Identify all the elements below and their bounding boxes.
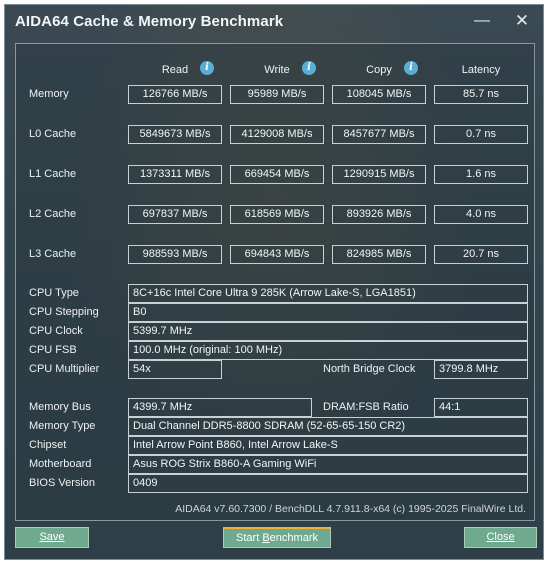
cpu-type-label: CPU Type xyxy=(29,287,79,299)
close-button[interactable]: Close xyxy=(464,527,537,548)
row-label-l3-cache: L3 Cache xyxy=(29,248,77,260)
cpu-stepping-label: CPU Stepping xyxy=(29,306,99,318)
memory-type-value: Dual Channel DDR5-8800 SDRAM (52-65-65-1… xyxy=(128,417,528,436)
dram-fsb-ratio-value: 44:1 xyxy=(434,398,528,417)
cpu-type-value: 8C+16c Intel Core Ultra 9 285K (Arrow La… xyxy=(128,284,528,303)
l1-write-value: 669454 MB/s xyxy=(230,165,324,184)
start-button-text-pre: Start xyxy=(236,532,263,544)
l1-read-value: 1373311 MB/s xyxy=(128,165,222,184)
memory-latency-value: 85.7 ns xyxy=(434,85,528,104)
l0-latency-value: 0.7 ns xyxy=(434,125,528,144)
start-benchmark-button[interactable]: Start Benchmark xyxy=(223,527,331,548)
l3-latency-value: 20.7 ns xyxy=(434,245,528,264)
l2-write-value: 618569 MB/s xyxy=(230,205,324,224)
memory-bus-value: 4399.7 MHz xyxy=(128,398,312,417)
motherboard-value: Asus ROG Strix B860-A Gaming WiFi xyxy=(128,455,528,474)
memory-type-label: Memory Type xyxy=(29,420,96,432)
cpu-multiplier-label: CPU Multiplier xyxy=(29,363,100,375)
memory-write-value: 95989 MB/s xyxy=(230,85,324,104)
cpu-multiplier-value: 54x xyxy=(128,360,222,379)
copy-info-icon[interactable]: i xyxy=(404,61,418,75)
cpu-clock-value: 5399.7 MHz xyxy=(128,322,528,341)
cpu-fsb-value: 100.0 MHz (original: 100 MHz) xyxy=(128,341,528,360)
motherboard-label: Motherboard xyxy=(29,458,92,470)
l2-latency-value: 4.0 ns xyxy=(434,205,528,224)
cpu-fsb-label: CPU FSB xyxy=(29,344,77,356)
memory-copy-value: 108045 MB/s xyxy=(332,85,426,104)
column-header-latency: Latency xyxy=(461,64,501,76)
title-bar: AIDA64 Cache & Memory Benchmark — ✕ xyxy=(5,5,543,39)
row-label-l1-cache: L1 Cache xyxy=(29,168,77,180)
row-label-l0-cache: L0 Cache xyxy=(29,128,77,140)
l0-read-value: 5849673 MB/s xyxy=(128,125,222,144)
start-button-accel-key: B xyxy=(262,532,270,544)
l0-write-value: 4129008 MB/s xyxy=(230,125,324,144)
benchmark-window: AIDA64 Cache & Memory Benchmark — ✕ Read… xyxy=(4,4,544,560)
l1-latency-value: 1.6 ns xyxy=(434,165,528,184)
l3-copy-value: 824985 MB/s xyxy=(332,245,426,264)
l2-read-value: 697837 MB/s xyxy=(128,205,222,224)
bios-version-label: BIOS Version xyxy=(29,477,96,489)
cpu-stepping-value: B0 xyxy=(128,303,528,322)
l0-copy-value: 8457677 MB/s xyxy=(332,125,426,144)
cpu-clock-label: CPU Clock xyxy=(29,325,83,337)
row-label-memory: Memory xyxy=(29,88,69,100)
results-panel: Read i Write i Copy i Latency Memory 126… xyxy=(15,43,535,521)
north-bridge-clock-value: 3799.8 MHz xyxy=(434,360,528,379)
chipset-value: Intel Arrow Point B860, Intel Arrow Lake… xyxy=(128,436,528,455)
close-window-icon[interactable]: ✕ xyxy=(511,11,533,31)
dram-fsb-ratio-label: DRAM:FSB Ratio xyxy=(323,401,409,413)
l3-write-value: 694843 MB/s xyxy=(230,245,324,264)
bios-version-value: 0409 xyxy=(128,474,528,493)
minimize-icon[interactable]: — xyxy=(471,11,493,31)
chipset-label: Chipset xyxy=(29,439,67,451)
start-button-text-post: enchmark xyxy=(269,532,318,544)
north-bridge-clock-label: North Bridge Clock xyxy=(323,363,416,375)
l2-copy-value: 893926 MB/s xyxy=(332,205,426,224)
save-button[interactable]: Save xyxy=(15,527,89,548)
memory-read-value: 126766 MB/s xyxy=(128,85,222,104)
l3-read-value: 988593 MB/s xyxy=(128,245,222,264)
l1-copy-value: 1290915 MB/s xyxy=(332,165,426,184)
window-title: AIDA64 Cache & Memory Benchmark xyxy=(15,13,284,30)
write-info-icon[interactable]: i xyxy=(302,61,316,75)
read-info-icon[interactable]: i xyxy=(200,61,214,75)
version-footer: AIDA64 v7.60.7300 / BenchDLL 4.7.911.8-x… xyxy=(175,503,526,515)
row-label-l2-cache: L2 Cache xyxy=(29,208,77,220)
memory-bus-label: Memory Bus xyxy=(29,401,91,413)
